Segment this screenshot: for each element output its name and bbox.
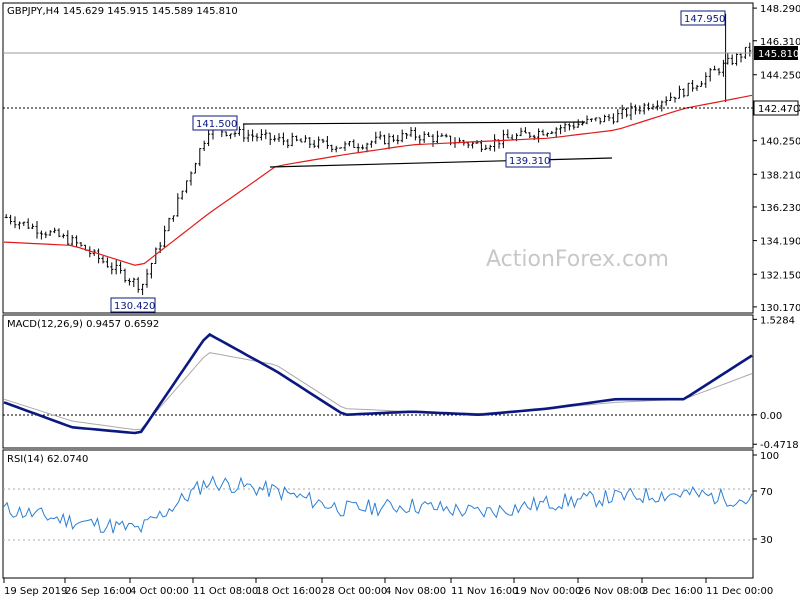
- time-tick-label: 26 Sep 16:00: [65, 586, 132, 597]
- watermark: ActionForex.com: [486, 247, 669, 272]
- price-tick-label: 140.250: [760, 137, 800, 148]
- rsi-tick-label: 70: [760, 487, 773, 498]
- time-tick-label: 19 Sep 2019: [4, 586, 67, 597]
- time-tick-label: 11 Dec 00:00: [706, 586, 773, 597]
- price-tick-label: 132.150: [760, 270, 800, 281]
- chart-canvas: ActionForex.com GBPJPY,H4 145.629 145.91…: [2, 2, 800, 597]
- current-price-label: 145.810: [758, 49, 799, 60]
- price-pane: ActionForex.com GBPJPY,H4 145.629 145.91…: [2, 2, 800, 314]
- rsi-tick-label: 100: [760, 451, 779, 462]
- time-tick-label: 18 Oct 16:00: [256, 586, 321, 597]
- price-pane-title: GBPJPY,H4 145.629 145.915 145.589 145.81…: [7, 6, 238, 17]
- current-price-box: 145.810: [754, 46, 799, 60]
- time-tick-label: 4 Oct 00:00: [130, 586, 189, 597]
- time-tick-label: 28 Oct 00:00: [322, 586, 387, 597]
- price-tick-label: 144.250: [760, 71, 800, 82]
- annotation-141500: 141.500: [192, 115, 238, 131]
- time-x-axis: 19 Sep 201926 Sep 16:004 Oct 00:00 11 Oct…: [3, 578, 773, 597]
- upper-trend-line: [242, 121, 586, 125]
- rsi-pane: RSI(14) 62.0740 100 70 30: [2, 449, 779, 579]
- annotation-139310: 139.310: [505, 152, 551, 168]
- price-tick-label: 134.190: [760, 237, 800, 248]
- macd-y-axis: 1.5284 0.00 -0.4718: [753, 315, 799, 451]
- level-price-box: 142.470: [753, 100, 799, 116]
- time-tick-label: 4 Nov 08:00: [385, 586, 446, 597]
- rsi-line: [3, 475, 753, 534]
- macd-line: [3, 332, 753, 435]
- macd-title: MACD(12,26,9) 0.9457 0.6592: [7, 319, 159, 330]
- macd-tick-label: 0.00: [760, 411, 782, 422]
- time-tick-label: 3 Dec 16:00: [642, 586, 703, 597]
- level-price-label: 142.470: [758, 104, 799, 115]
- macd-tick-label: -0.4718: [760, 440, 799, 451]
- annotation-139310-text: 139.310: [509, 156, 550, 167]
- chart-root: ActionForex.com GBPJPY,H4 145.629 145.91…: [0, 0, 800, 600]
- macd-tick-label: 1.5284: [760, 315, 795, 326]
- time-tick-label: 26 Nov 08:00: [578, 586, 645, 597]
- annotation-141500-text: 141.500: [196, 119, 237, 130]
- price-tick-label: 138.210: [760, 170, 800, 181]
- macd-signal-line: [3, 352, 753, 431]
- rsi-y-axis: 100 70 30: [753, 451, 779, 546]
- lower-trend-line: [269, 157, 613, 168]
- macd-pane-frame: [2, 314, 754, 449]
- price-tick-label: 136.230: [760, 203, 800, 214]
- price-tick-label: 130.170: [760, 303, 800, 314]
- time-tick-label: 11 Nov 16:00: [451, 586, 518, 597]
- rsi-tick-label: 30: [760, 535, 773, 546]
- time-tick-label: 11 Oct 08:00: [193, 586, 258, 597]
- annotation-147950-text: 147.950: [684, 14, 725, 25]
- annotation-130420: 130.420: [110, 297, 156, 313]
- annotation-147950: 147.950: [680, 10, 726, 26]
- annotation-130420-text: 130.420: [114, 301, 155, 312]
- time-tick-label: 19 Nov 00:00: [514, 586, 581, 597]
- price-tick-label: 148.290: [760, 4, 800, 15]
- macd-pane: MACD(12,26,9) 0.9457 0.6592 1.5284 0.00 -0…: [2, 314, 799, 451]
- rsi-title: RSI(14) 62.0740: [7, 454, 88, 465]
- moving-average-line: [3, 94, 753, 266]
